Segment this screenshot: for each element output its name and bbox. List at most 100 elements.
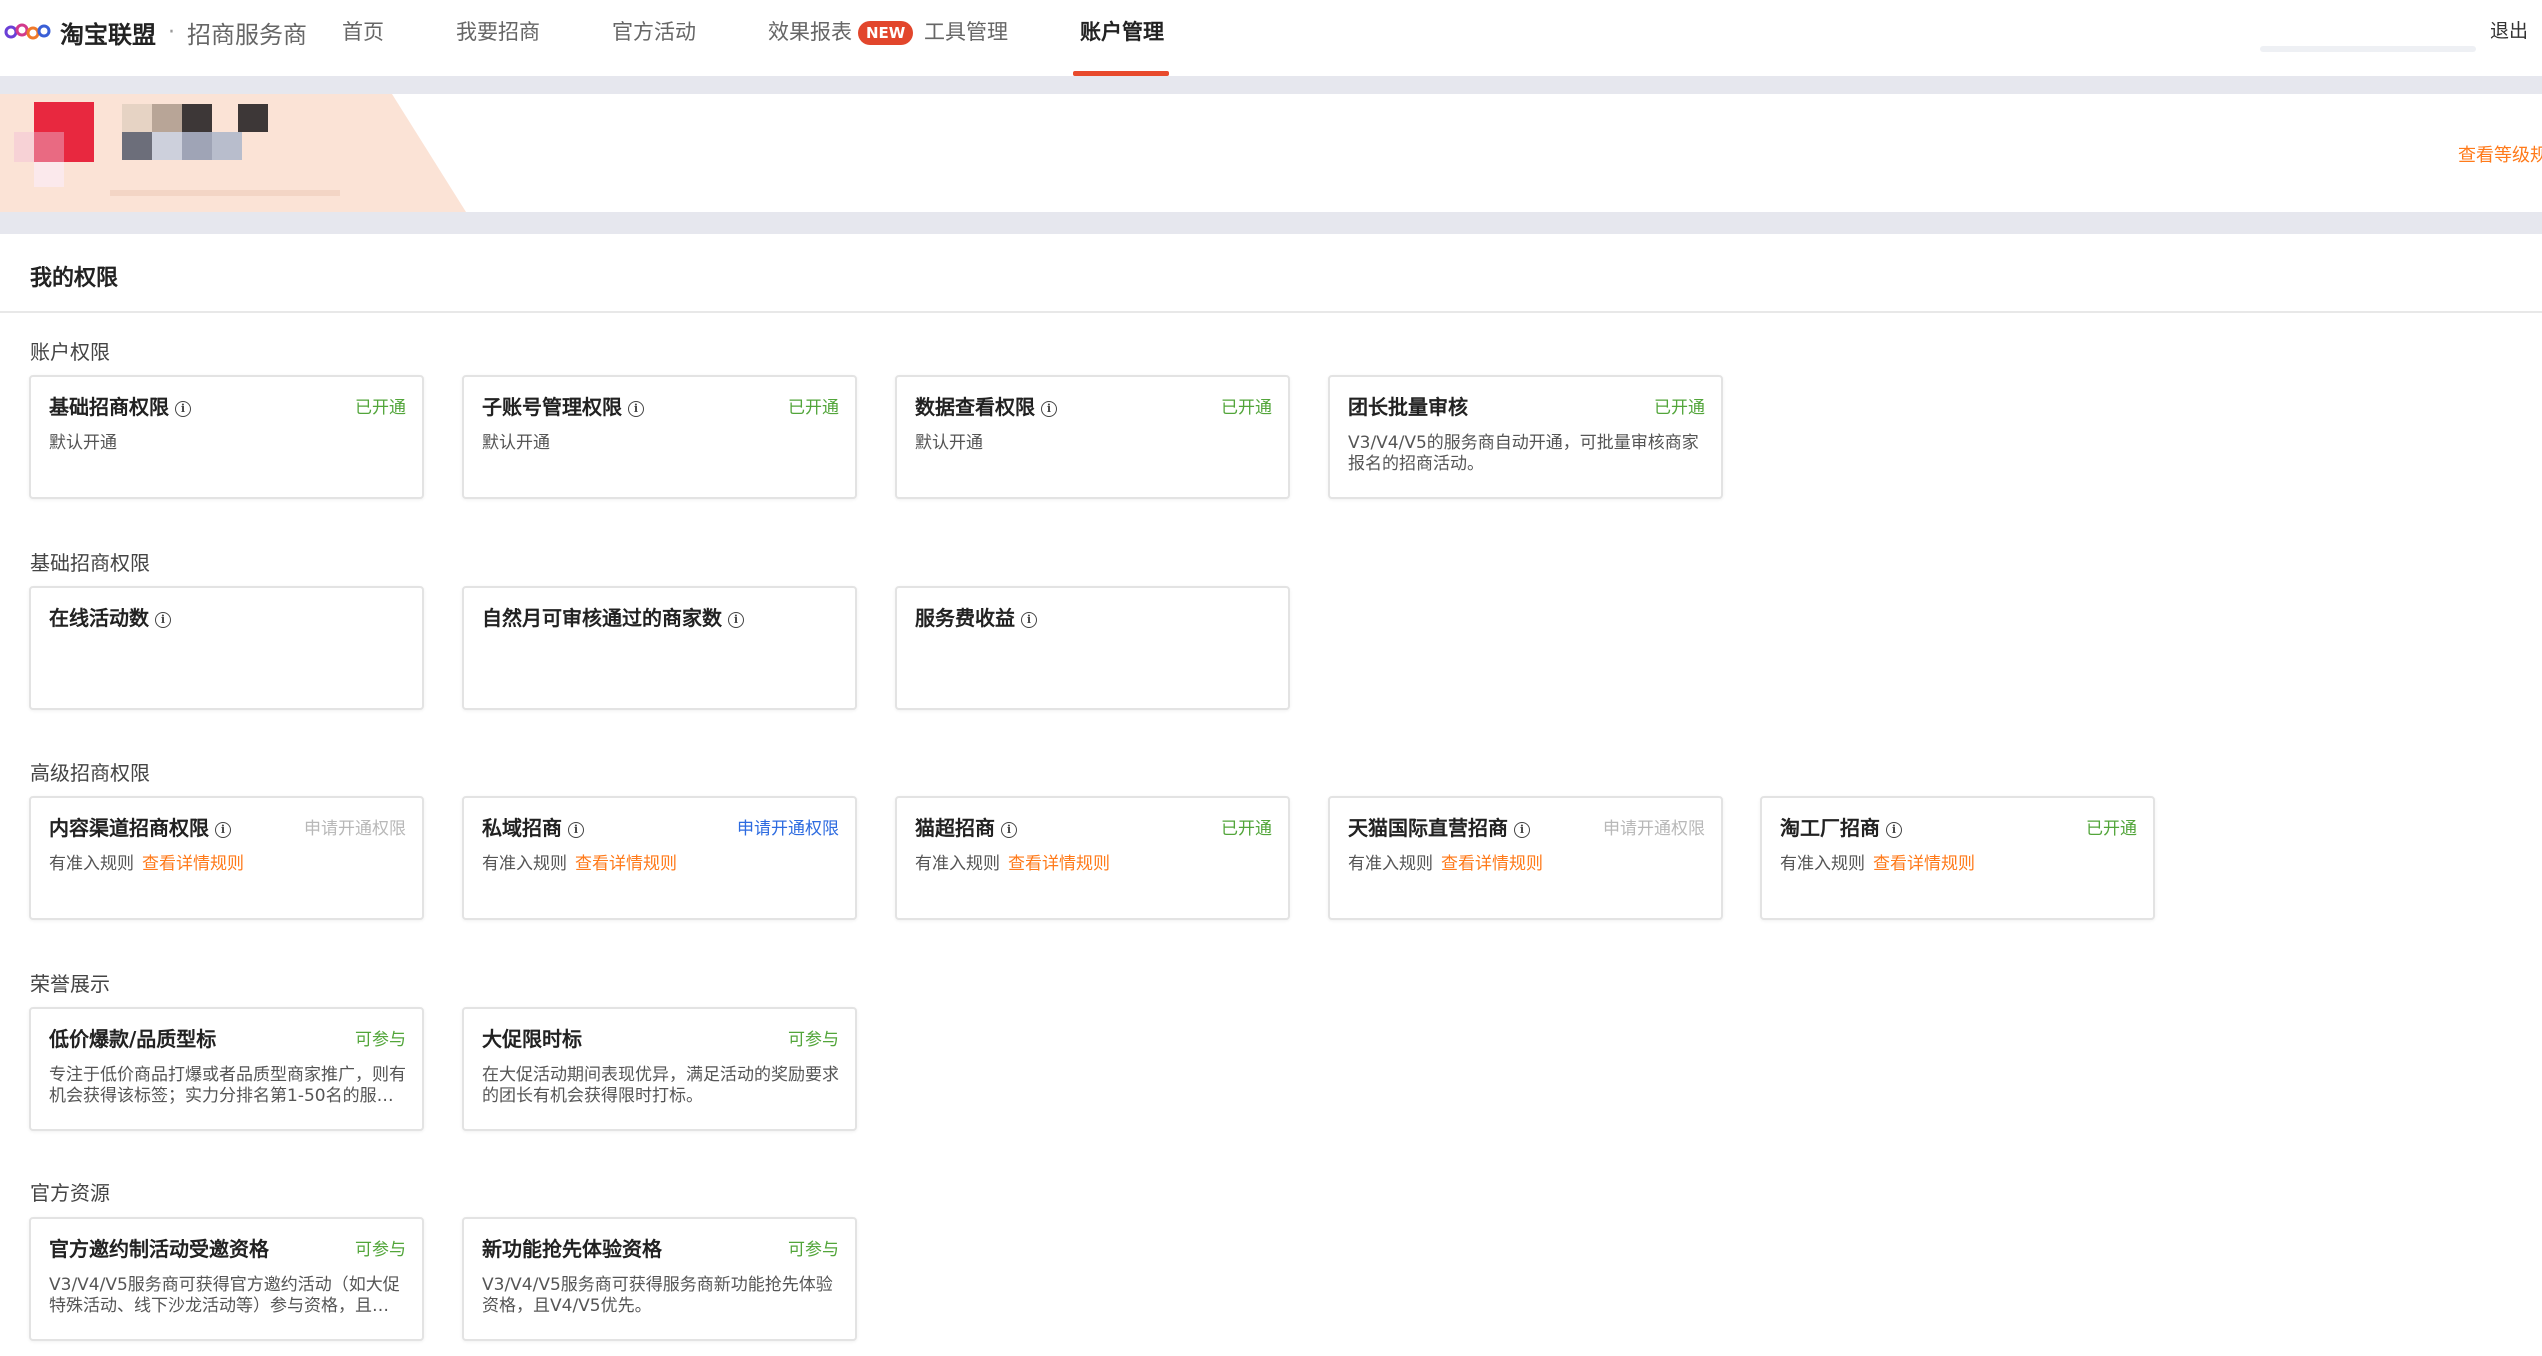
new-badge: NEW bbox=[858, 21, 914, 45]
section-title-honor: 荣誉展示 bbox=[30, 972, 110, 996]
card-title: 基础招商权限 i bbox=[49, 391, 191, 420]
info-icon[interactable]: i bbox=[215, 821, 231, 838]
nav-home[interactable]: 首页 bbox=[342, 17, 384, 49]
status-badge: 已开通 bbox=[355, 398, 406, 418]
status-badge: 已开通 bbox=[2086, 819, 2137, 839]
apply-permission-link[interactable]: 申请开通权限 bbox=[737, 814, 839, 839]
status-badge: 已开通 bbox=[1221, 819, 1272, 839]
top-gray-band bbox=[0, 76, 2542, 94]
banner-bottom-gray-band bbox=[0, 212, 2542, 234]
card-title: 数据查看权限 i bbox=[915, 391, 1057, 420]
user-info-placeholder bbox=[2260, 46, 2476, 52]
info-icon[interactable]: i bbox=[628, 400, 644, 417]
status-badge: 可参与 bbox=[355, 1030, 406, 1050]
view-level-rules-link[interactable]: 查看等级规 bbox=[2458, 141, 2542, 167]
nav-account[interactable]: 账户管理 bbox=[1080, 17, 1164, 49]
info-icon[interactable]: i bbox=[1021, 611, 1037, 628]
card-description: 有准入规则 查看详情规则 bbox=[482, 854, 677, 874]
card-description: 默认开通 bbox=[49, 433, 117, 453]
permission-card: 大促限时标 可参与 在大促活动期间表现优异，满足活动的奖励要求的团长有机会获得限… bbox=[462, 1007, 857, 1131]
top-bar: 淘宝联盟 · 招商服务商 首页 我要招商 官方活动 效果报表 NEW 工具管理 账… bbox=[0, 0, 2542, 76]
card-title: 官方邀约制活动受邀资格 bbox=[49, 1237, 269, 1261]
view-rules-link[interactable]: 查看详情规则 bbox=[1873, 854, 1975, 874]
permission-card: 私域招商 i 申请开通权限 有准入规则 查看详情规则 bbox=[462, 796, 857, 920]
product-name: 招商服务商 bbox=[187, 20, 307, 49]
permission-card: 在线活动数 i bbox=[29, 586, 424, 710]
status-badge: 可参与 bbox=[788, 1240, 839, 1260]
info-icon[interactable]: i bbox=[728, 611, 744, 628]
permission-card: 猫超招商 i 已开通 有准入规则 查看详情规则 bbox=[895, 796, 1290, 920]
permission-card: 团长批量审核 已开通 V3/V4/V5的服务商自动开通，可批量审核商家报名的招商… bbox=[1328, 375, 1723, 499]
card-description: V3/V4/V5服务商可获得官方邀约活动（如大促特殊活动、线下沙龙活动等）参与资… bbox=[49, 1275, 400, 1316]
info-icon[interactable]: i bbox=[568, 821, 584, 838]
info-icon[interactable]: i bbox=[1041, 400, 1057, 417]
section-title-basic: 基础招商权限 bbox=[30, 551, 150, 575]
card-title: 服务费收益 i bbox=[915, 602, 1037, 631]
status-badge: 可参与 bbox=[788, 1030, 839, 1050]
logout-link[interactable]: 退出 bbox=[2490, 16, 2528, 43]
card-title: 低价爆款/品质型标 bbox=[49, 1027, 217, 1051]
permission-card: 天猫国际直营招商 i 申请开通权限 有准入规则 查看详情规则 bbox=[1328, 796, 1723, 920]
info-icon[interactable]: i bbox=[1001, 821, 1017, 838]
status-badge: 已开通 bbox=[1654, 398, 1705, 418]
section-title-official-resources: 官方资源 bbox=[30, 1181, 110, 1205]
permission-card: 新功能抢先体验资格 可参与 V3/V4/V5服务商可获得服务商新功能抢先体验资格… bbox=[462, 1217, 857, 1341]
taobao-union-logo-icon bbox=[4, 23, 51, 40]
view-rules-link[interactable]: 查看详情规则 bbox=[142, 854, 244, 874]
info-icon[interactable]: i bbox=[1514, 821, 1530, 838]
card-title: 新功能抢先体验资格 bbox=[482, 1237, 662, 1261]
permission-card: 服务费收益 i bbox=[895, 586, 1290, 710]
account-level-banner bbox=[0, 94, 2542, 212]
card-description: 有准入规则 查看详情规则 bbox=[915, 854, 1110, 874]
apply-permission-link[interactable]: 申请开通权限 bbox=[304, 814, 406, 839]
avatar-mosaic bbox=[14, 102, 268, 187]
card-title: 淘工厂招商 i bbox=[1780, 812, 1902, 841]
card-description: 默认开通 bbox=[915, 433, 983, 453]
permission-card: 数据查看权限 i 已开通 默认开通 bbox=[895, 375, 1290, 499]
info-icon[interactable]: i bbox=[155, 611, 171, 628]
status-badge: 可参与 bbox=[355, 1240, 406, 1260]
permission-card: 子账号管理权限 i 已开通 默认开通 bbox=[462, 375, 857, 499]
card-description: V3/V4/V5的服务商自动开通，可批量审核商家报名的招商活动。 bbox=[1348, 433, 1699, 474]
permission-card: 官方邀约制活动受邀资格 可参与 V3/V4/V5服务商可获得官方邀约活动（如大促… bbox=[29, 1217, 424, 1341]
section-title-advanced: 高级招商权限 bbox=[30, 761, 150, 785]
section-title-account: 账户权限 bbox=[30, 340, 110, 364]
info-icon[interactable]: i bbox=[175, 400, 191, 417]
nav-official-activities[interactable]: 官方活动 bbox=[612, 17, 696, 49]
permission-card: 基础招商权限 i 已开通 默认开通 bbox=[29, 375, 424, 499]
status-badge: 已开通 bbox=[788, 398, 839, 418]
brand-separator: · bbox=[168, 19, 175, 45]
nav-recruit[interactable]: 我要招商 bbox=[456, 17, 540, 49]
view-rules-link[interactable]: 查看详情规则 bbox=[1008, 854, 1110, 874]
card-title: 子账号管理权限 i bbox=[482, 391, 644, 420]
brand-name: 淘宝联盟 bbox=[60, 20, 156, 49]
card-title: 团长批量审核 bbox=[1348, 395, 1468, 419]
title-divider bbox=[0, 311, 2542, 313]
view-rules-link[interactable]: 查看详情规则 bbox=[1441, 854, 1543, 874]
brand-logo[interactable]: 淘宝联盟 · 招商服务商 bbox=[4, 14, 307, 50]
card-description: 有准入规则 查看详情规则 bbox=[49, 854, 244, 874]
nav-reports-label: 效果报表 bbox=[768, 20, 852, 44]
status-badge: 已开通 bbox=[1221, 398, 1272, 418]
card-description: 有准入规则 查看详情规则 bbox=[1348, 854, 1543, 874]
card-title: 内容渠道招商权限 i bbox=[49, 812, 231, 841]
card-title: 大促限时标 bbox=[482, 1027, 582, 1051]
view-rules-link[interactable]: 查看详情规则 bbox=[575, 854, 677, 874]
info-icon[interactable]: i bbox=[1886, 821, 1902, 838]
permission-card: 低价爆款/品质型标 可参与 专注于低价商品打爆或者品质型商家推广，则有机会获得该… bbox=[29, 1007, 424, 1131]
card-description: 默认开通 bbox=[482, 433, 550, 453]
permission-card: 内容渠道招商权限 i 申请开通权限 有准入规则 查看详情规则 bbox=[29, 796, 424, 920]
nav-reports[interactable]: 效果报表 NEW bbox=[768, 17, 914, 49]
card-title: 私域招商 i bbox=[482, 812, 584, 841]
permission-card: 淘工厂招商 i 已开通 有准入规则 查看详情规则 bbox=[1760, 796, 2155, 920]
card-description: V3/V4/V5服务商可获得服务商新功能抢先体验资格，且V4/V5优先。 bbox=[482, 1275, 833, 1316]
card-description: 有准入规则 查看详情规则 bbox=[1780, 854, 1975, 874]
card-description: 专注于低价商品打爆或者品质型商家推广，则有机会获得该标签；实力分排名第1-50名… bbox=[49, 1065, 406, 1106]
permission-card: 自然月可审核通过的商家数 i bbox=[462, 586, 857, 710]
page-title: 我的权限 bbox=[30, 266, 119, 291]
nav-tools[interactable]: 工具管理 bbox=[924, 17, 1008, 49]
card-description: 在大促活动期间表现优异，满足活动的奖励要求的团长有机会获得限时打标。 bbox=[482, 1065, 839, 1106]
apply-permission-link[interactable]: 申请开通权限 bbox=[1603, 814, 1705, 839]
card-title: 在线活动数 i bbox=[49, 602, 171, 631]
card-title: 自然月可审核通过的商家数 i bbox=[482, 602, 744, 631]
